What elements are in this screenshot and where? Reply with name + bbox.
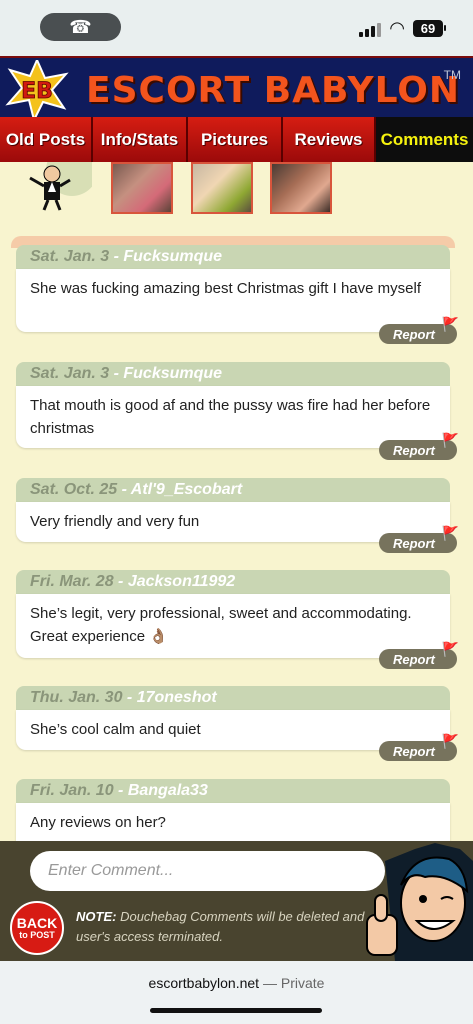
tab-pictures[interactable]: Pictures [188,117,283,162]
red-flag-icon: 🚩 [441,641,459,657]
comment-date: Fri. Mar. 28 [30,573,114,590]
site-header: EB ESCORT BABYLON TM [0,56,473,120]
back-label: BACK [16,915,58,931]
photo-strip [0,162,473,222]
note-label: NOTE: [76,909,117,924]
photo-thumbnail[interactable] [111,162,173,214]
comment-card: Sat. Oct. 25 - Atl'9_Escobart Very frien… [16,478,450,542]
battery-level: 69 [420,21,436,36]
privacy-label: Private [280,975,325,991]
note-text: Douchebag Comments will be deleted and u… [76,909,365,944]
url-domain: escortbabylon.net [148,975,260,991]
comment-date: Fri. Jan. 10 [30,782,114,799]
report-label: Report [393,326,435,342]
logo-badge-text: EB [21,79,53,104]
comment-date: Sat. Jan. 3 [30,248,110,265]
home-indicator[interactable] [150,1008,322,1013]
comment-input[interactable] [30,851,385,891]
comment-header: Fri. Mar. 28 - Jackson11992 [16,570,450,594]
comment-header: Sat. Jan. 3 - Fucksumque [16,362,450,386]
report-label: Report [393,651,435,667]
site-logo-text[interactable]: ESCORT BABYLON [86,70,460,111]
report-button[interactable]: Report 🚩 [379,525,459,553]
comment-compose-bar: BACK to POST NOTE: Douchebag Comments wi… [0,841,473,961]
comment-username[interactable]: 17oneshot [137,689,217,706]
tab-reviews[interactable]: Reviews [283,117,376,162]
comment-text: That mouth is good af and the pussy was … [16,386,450,448]
tab-comments[interactable]: Comments [376,117,473,162]
comment-username[interactable]: Atl'9_Escobart [131,481,242,498]
thumbs-up-cartoon-icon [366,843,473,961]
photo-thumbnail[interactable] [191,162,253,214]
red-flag-icon: 🚩 [441,432,459,448]
comment-date: Sat. Oct. 25 [30,481,118,498]
report-label: Report [393,743,435,759]
report-button[interactable]: Report 🚩 [379,733,459,761]
active-call-pill[interactable]: ☎ [40,13,121,41]
phone-icon: ☎ [69,16,92,37]
report-label: Report [393,535,435,551]
comment-header: Fri. Jan. 10 - Bangala33 [16,779,450,803]
main-nav: Old Posts Info/Stats Pictures Reviews Co… [0,117,473,162]
report-label: Report [393,442,435,458]
comment-username[interactable]: Fucksumque [123,248,222,265]
comment-date: Sat. Jan. 3 [30,365,110,382]
comment-date: Thu. Jan. 30 [30,689,123,706]
url-separator: — [259,975,281,991]
comment-card: Sat. Jan. 3 - Fucksumque She was fucking… [16,245,450,332]
photo-thumbnail[interactable] [270,162,332,214]
browser-url-bar[interactable]: escortbabylon.net — Private [0,961,473,1024]
comment-card: Sat. Jan. 3 - Fucksumque That mouth is g… [16,362,450,448]
comment-header: Sat. Oct. 25 - Atl'9_Escobart [16,478,450,502]
back-to-post-button[interactable]: BACK to POST [10,901,64,955]
comment-username[interactable]: Jackson11992 [128,573,235,590]
report-button[interactable]: Report 🚩 [379,316,459,344]
tab-info-stats[interactable]: Info/Stats [93,117,188,162]
status-icons: ◠ 69 [359,18,446,39]
comment-card: Fri. Mar. 28 - Jackson11992 She’s legit,… [16,570,450,658]
comment-username[interactable]: Bangala33 [128,782,208,799]
red-flag-icon: 🚩 [441,316,459,332]
wifi-icon: ◠ [389,18,405,38]
red-flag-icon: 🚩 [441,525,459,541]
to-post-label: to POST [19,930,55,940]
comment-card: Thu. Jan. 30 - 17oneshot She’s cool calm… [16,686,450,750]
comment-header: Sat. Jan. 3 - Fucksumque [16,245,450,269]
report-button[interactable]: Report 🚩 [379,641,459,669]
comment-text: She was fucking amazing best Christmas g… [16,269,450,332]
comment-username[interactable]: Fucksumque [123,365,222,382]
red-flag-icon: 🚩 [441,733,459,749]
tab-old-posts[interactable]: Old Posts [0,117,93,162]
cellular-signal-icon [359,21,382,37]
eb-star-logo-icon[interactable]: EB [4,60,70,120]
report-button[interactable]: Report 🚩 [379,432,459,460]
trademark-label: TM [443,68,461,82]
comment-header: Thu. Jan. 30 - 17oneshot [16,686,450,710]
battery-icon: 69 [413,20,446,37]
moderation-note: NOTE: Douchebag Comments will be deleted… [76,907,366,947]
comment-text: She’s legit, very professional, sweet an… [16,594,450,658]
tuxedo-mascot-icon [29,162,92,211]
url-display: escortbabylon.net — Private [0,975,473,991]
status-bar: ☎ ◠ 69 [0,0,473,56]
